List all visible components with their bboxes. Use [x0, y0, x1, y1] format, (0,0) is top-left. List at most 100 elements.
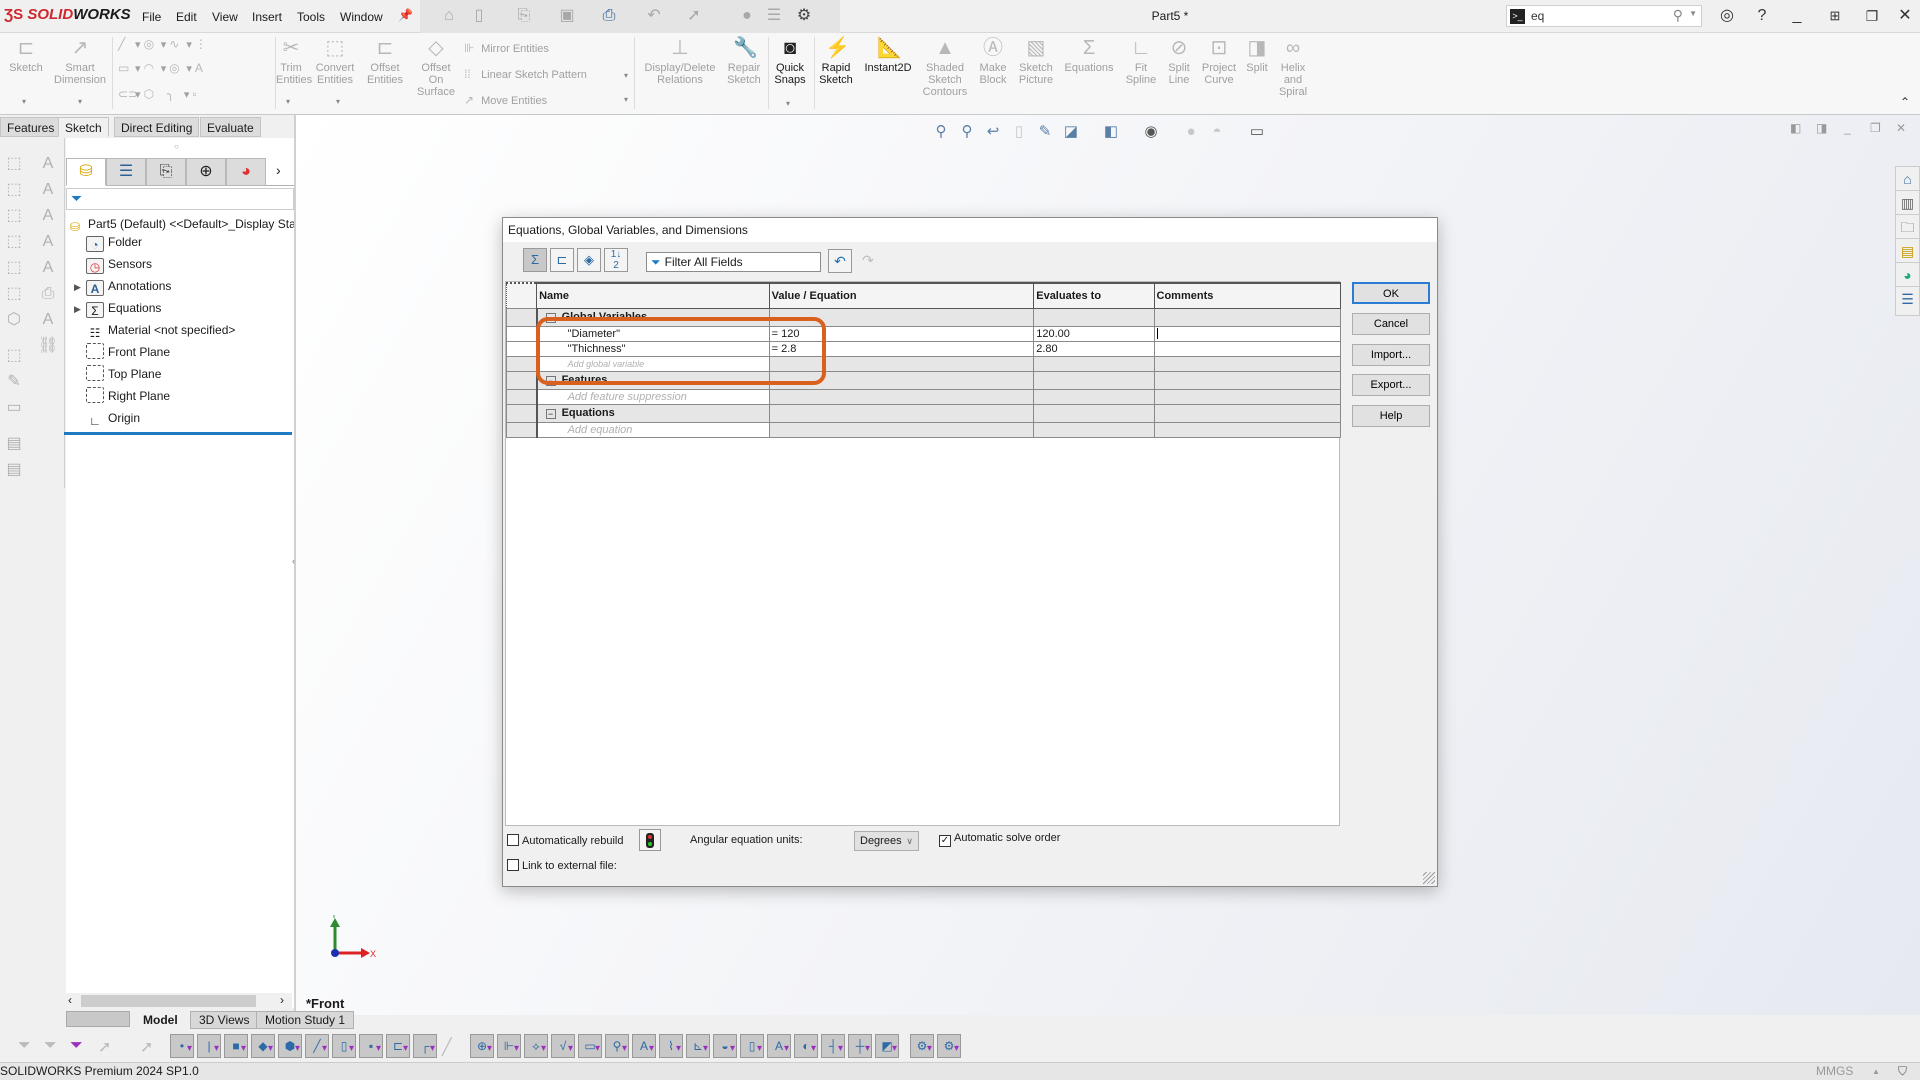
link-external-checkbox[interactable] — [507, 859, 519, 871]
filter-dowel-pin-button[interactable]: ◐ — [794, 1034, 818, 1060]
collapse-ribbon-icon[interactable]: ⌃ — [1900, 95, 1910, 109]
design-library-icon[interactable]: ▥ — [1896, 191, 1919, 215]
view-cube-icon[interactable]: ⬚ — [4, 232, 24, 252]
unit-system[interactable]: MMGS — [1816, 1063, 1853, 1080]
expand-arrow-icon[interactable]: ▶ — [74, 277, 86, 297]
hide-show-items-icon[interactable]: ◉ — [1140, 121, 1162, 143]
tree-item-origin[interactable]: ∟ Origin — [74, 408, 140, 428]
tile-left-icon[interactable]: ◧ — [1790, 121, 1801, 135]
menu-view[interactable]: View — [212, 10, 238, 24]
account-icon[interactable]: ◎ — [1715, 5, 1739, 27]
sketch-equation-view-button[interactable]: ⊏ — [550, 248, 574, 272]
search-input[interactable] — [1531, 8, 1661, 24]
filter-routing-points-button[interactable]: ┼ — [848, 1034, 872, 1060]
filter-surfaces-button[interactable]: ◆ — [251, 1034, 275, 1060]
chevron-right-icon[interactable]: › — [276, 162, 281, 178]
repair-sketch-button[interactable]: 🔧 Repair Sketch — [724, 37, 764, 86]
dimension-view-button[interactable]: ◈ — [577, 248, 601, 272]
file-explorer-icon[interactable]: 🗀 — [1896, 215, 1919, 239]
tab-motion-study-1[interactable]: Motion Study 1 — [256, 1011, 355, 1029]
filter-connection-points-button[interactable]: ┤ — [821, 1034, 845, 1060]
trim-entities-button[interactable]: ✂ Trim Entities — [276, 37, 312, 86]
tree-item-annotations[interactable]: ▶ A Annotations — [74, 276, 171, 296]
annotation-tool-icon[interactable]: A — [38, 310, 58, 330]
display-delete-relations-button[interactable]: ⊥ Display/Delete Relations — [640, 37, 720, 86]
options-gear-icon[interactable]: ⚙ — [795, 8, 813, 24]
help-button[interactable]: Help — [1352, 405, 1430, 427]
offset-on-surface-button[interactable]: ◇ Offset On Surface — [414, 37, 458, 98]
undo-icon[interactable]: ↶ — [645, 8, 663, 24]
doc-close-button[interactable]: ✕ — [1896, 121, 1906, 135]
add-equation-cell[interactable]: Add equation — [536, 421, 770, 438]
collapse-icon[interactable]: − — [545, 313, 556, 323]
scroll-left-icon[interactable]: ‹ — [68, 993, 72, 1007]
search-icon[interactable]: ⚲ — [1673, 7, 1683, 24]
help-icon[interactable]: ? — [1750, 5, 1774, 27]
filter-vertices-button[interactable]: • — [170, 1034, 194, 1060]
collapse-icon[interactable]: − — [545, 376, 556, 386]
menu-window[interactable]: Window — [340, 10, 383, 24]
angular-units-select[interactable]: Degrees ∨ — [854, 831, 919, 851]
doc-restore-button[interactable]: ❐ — [1870, 121, 1881, 135]
rapid-sketch-button[interactable]: ⚡ Rapid Sketch — [816, 37, 856, 86]
apply-scene-icon[interactable]: ◓ — [1206, 121, 1228, 143]
equation-view-button[interactable]: Σ — [523, 248, 547, 272]
tab-model[interactable]: Model — [134, 1011, 187, 1029]
tab-direct-editing[interactable]: Direct Editing — [114, 117, 200, 137]
tile-right-icon[interactable]: ◨ — [1816, 121, 1827, 135]
annotation-tool-icon[interactable]: A — [38, 154, 58, 174]
filter-dimensions-button[interactable]: ⟡ — [524, 1034, 548, 1060]
tree-item-right-plane[interactable]: Right Plane — [74, 386, 170, 406]
sketch-picture-button[interactable]: ▧ Sketch Picture — [1014, 37, 1058, 86]
print-tool-icon[interactable]: ⎙ — [38, 284, 58, 304]
annotation-edit-icon[interactable]: A — [38, 180, 58, 200]
sketch-button[interactable]: ⊏ Sketch — [6, 37, 46, 74]
select-icon[interactable]: ➚ — [685, 8, 703, 24]
linear-sketch-pattern-button[interactable]: ⁞⁞ Linear Sketch Pattern — [464, 67, 587, 81]
file-properties-icon[interactable]: ☰ — [765, 8, 783, 24]
collapse-panel-handle[interactable]: ‹ — [292, 556, 300, 572]
column-evaluates-to[interactable]: Evaluates to — [1033, 282, 1155, 309]
convert-entities-button[interactable]: ⬚ Convert Entities — [312, 37, 358, 86]
chevron-down-icon[interactable]: ▼ — [1689, 9, 1697, 18]
tab-evaluate[interactable]: Evaluate — [200, 117, 261, 137]
close-button[interactable]: ✕ — [1893, 5, 1917, 27]
link-tool-icon[interactable]: ⛓ — [38, 336, 58, 356]
custom-properties-icon[interactable]: ☰ — [1896, 287, 1919, 311]
redo-button[interactable]: ↷ — [857, 249, 879, 273]
tab-sketch[interactable]: Sketch — [58, 117, 109, 137]
filter-all-fields-input[interactable]: ⏷ Filter All Fields — [646, 252, 821, 272]
save-icon[interactable]: ▣ — [558, 8, 576, 24]
variable-name-cell[interactable]: "Diameter" — [536, 325, 770, 342]
helix-spiral-button[interactable]: ∞ Helix and Spiral — [1276, 37, 1310, 98]
zoom-to-fit-icon[interactable]: ⚲ — [930, 121, 952, 143]
menu-tools[interactable]: Tools — [297, 10, 325, 24]
column-value-equation[interactable]: Value / Equation — [768, 282, 1035, 309]
dimxpert-manager-tab[interactable]: ⊕ — [186, 158, 226, 186]
resize-grip[interactable] — [1423, 872, 1435, 884]
expand-arrow-icon[interactable]: ▶ — [74, 299, 86, 319]
rebuild-icon[interactable]: ● — [738, 8, 756, 24]
solidworks-logo[interactable]: ƷS SOLIDWORKS — [4, 6, 131, 23]
line-tools[interactable]: ╱ ▾ ◎ ▾ ∿ ▾ ⋮ — [118, 37, 209, 51]
tab-scroll-buttons[interactable] — [66, 1011, 130, 1027]
rollback-bar[interactable] — [64, 432, 292, 435]
export-button[interactable]: Export... — [1352, 374, 1430, 396]
view-cube-icon[interactable]: ⬡ — [4, 310, 24, 330]
menu-insert[interactable]: Insert — [252, 10, 282, 24]
configuration-manager-tab[interactable]: ⎘ — [146, 158, 186, 186]
move-entities-button[interactable]: ↗ Move Entities — [464, 93, 547, 107]
unit-dropdown-icon[interactable]: ▲ — [1872, 1063, 1880, 1080]
view-palette-icon[interactable]: ▤ — [1896, 239, 1919, 263]
tab-features[interactable]: Features — [0, 117, 62, 137]
mirror-entities-button[interactable]: ⊪ Mirror Entities — [464, 41, 549, 55]
view-cube-icon[interactable]: ⬚ — [4, 180, 24, 200]
layer-tool-icon[interactable]: ▤ — [4, 434, 24, 454]
split-button[interactable]: ◨ Split — [1242, 37, 1272, 74]
tree-horizontal-scrollbar[interactable]: ‹ › — [66, 993, 292, 1009]
filter-mid-surfaces-button[interactable]: ◩ — [875, 1034, 899, 1060]
auto-solve-checkbox[interactable]: ✓ — [939, 835, 951, 847]
link-external-option[interactable]: Link to external file: — [507, 859, 617, 872]
previous-view-icon[interactable]: ↩ — [982, 121, 1004, 143]
scrollbar-thumb[interactable] — [81, 995, 256, 1007]
